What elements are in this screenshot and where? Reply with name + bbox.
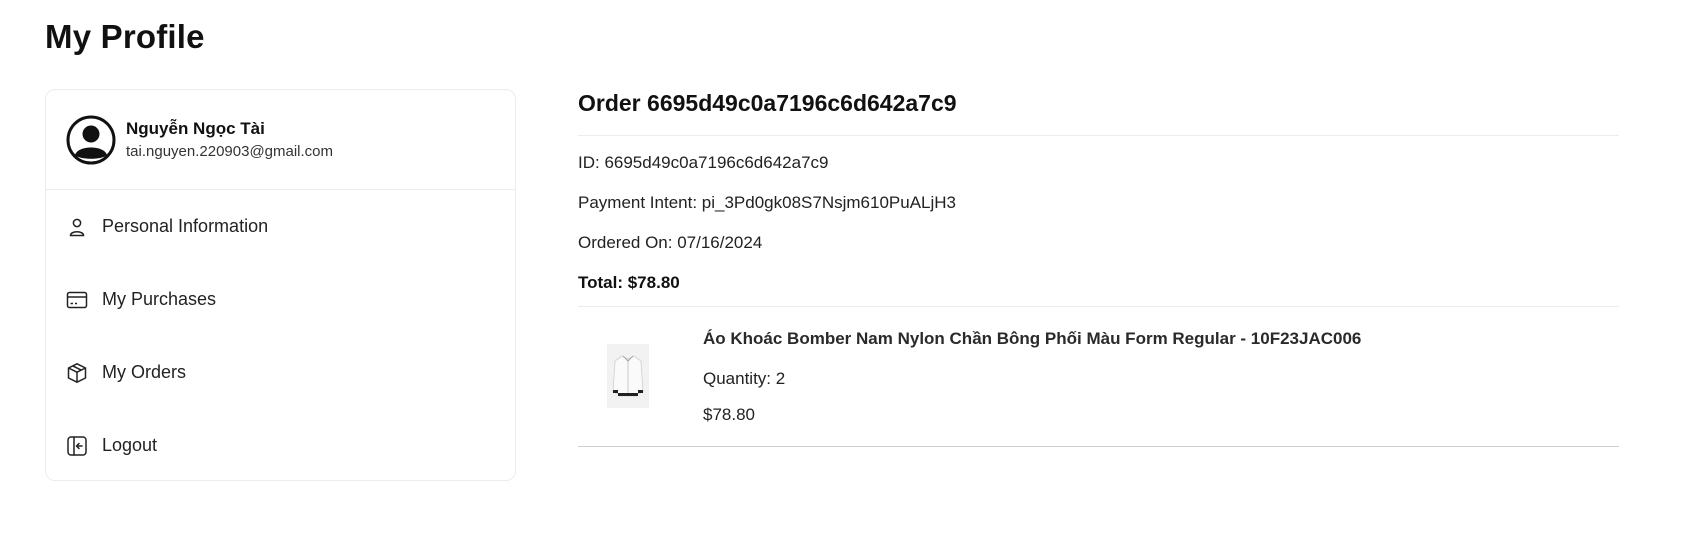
card-icon: [66, 289, 88, 311]
page-title: My Profile: [45, 18, 205, 55]
sidebar-item-personal-information[interactable]: Personal Information: [46, 190, 515, 263]
sidebar-item-logout[interactable]: Logout: [46, 409, 515, 480]
user-text: Nguyễn Ngọc Tài tai.nguyen.220903@gmail.…: [126, 119, 333, 160]
order-details: Order 6695d49c0a7196c6d642a7c9 ID: 6695d…: [578, 89, 1619, 447]
item-price: $78.80: [703, 405, 755, 424]
package-icon: [66, 362, 88, 384]
sidebar-item-my-purchases[interactable]: My Purchases: [46, 263, 515, 336]
jacket-thumbnail[interactable]: [607, 344, 649, 408]
user-summary: Nguyễn Ngọc Tài tai.nguyen.220903@gmail.…: [46, 90, 515, 190]
user-email: tai.nguyen.220903@gmail.com: [126, 143, 334, 160]
order-id: ID: 6695d49c0a7196c6d642a7c9: [578, 153, 829, 172]
order-item: Áo Khoác Bomber Nam Nylon Chần Bông Phối…: [578, 307, 1619, 447]
order-date: Ordered On: 07/16/2024: [578, 233, 763, 252]
order-info: ID: 6695d49c0a7196c6d642a7c9 Payment Int…: [578, 136, 1619, 306]
user-name: Nguyễn Ngọc Tài: [126, 119, 265, 138]
user-icon: [66, 216, 88, 238]
sidebar-item-my-orders[interactable]: My Orders: [46, 336, 515, 409]
order-total: Total: $78.80: [578, 273, 680, 292]
sidebar-item-label: My Purchases: [102, 289, 217, 309]
logout-icon: [66, 435, 88, 457]
sidebar-item-label: My Orders: [102, 362, 187, 382]
item-info: Áo Khoác Bomber Nam Nylon Chần Bông Phối…: [703, 329, 1361, 446]
item-quantity: Quantity: 2: [703, 369, 786, 388]
payment-intent: Payment Intent: pi_3Pd0gk08S7Nsjm610PuAL…: [578, 193, 957, 212]
item-name[interactable]: Áo Khoác Bomber Nam Nylon Chần Bông Phối…: [703, 329, 1361, 349]
sidebar-item-label: Personal Information: [102, 216, 269, 236]
profile-page: My Profile Nguyễn Ngọc Tài tai.nguyen.22…: [0, 0, 1694, 542]
user-avatar-icon: [66, 115, 116, 165]
profile-sidebar: Nguyễn Ngọc Tài tai.nguyen.220903@gmail.…: [45, 89, 516, 481]
order-title: Order 6695d49c0a7196c6d642a7c9: [578, 89, 1619, 136]
item-thumbnail-wrap: [578, 329, 703, 446]
sidebar-item-label: Logout: [102, 435, 158, 455]
